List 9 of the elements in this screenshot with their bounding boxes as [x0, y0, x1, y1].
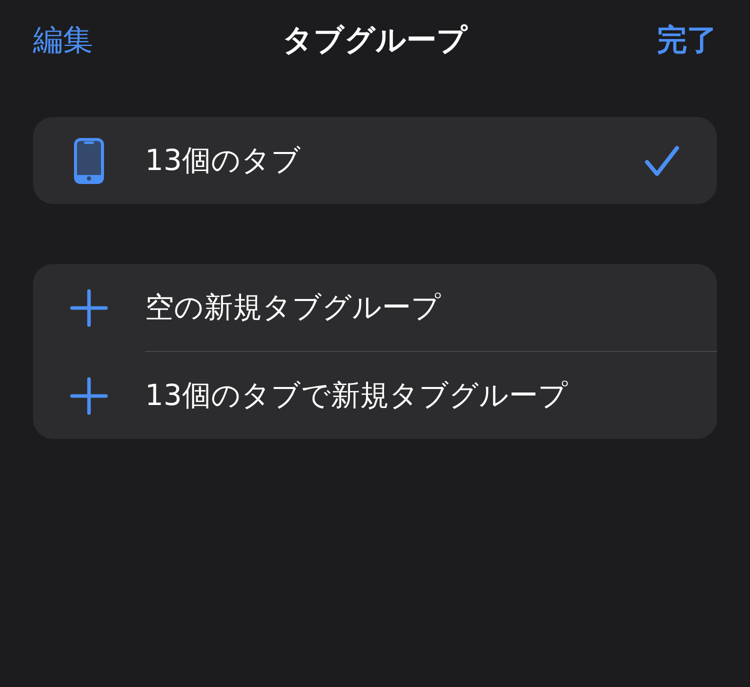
done-button[interactable]: 完了: [657, 23, 717, 59]
tab-group-label[interactable]: 13個のタブ: [145, 143, 644, 178]
new-tab-group-option[interactable]: 13個のタブで新規タブグループ: [145, 378, 717, 413]
edit-button[interactable]: 編集: [33, 23, 93, 59]
screen-title: タブグループ: [282, 23, 468, 59]
plus-icon: [70, 376, 108, 414]
phone-icon: [74, 138, 104, 184]
new-tab-group-option[interactable]: 空の新規タブグループ: [145, 290, 717, 325]
plus-icon: [70, 288, 108, 326]
